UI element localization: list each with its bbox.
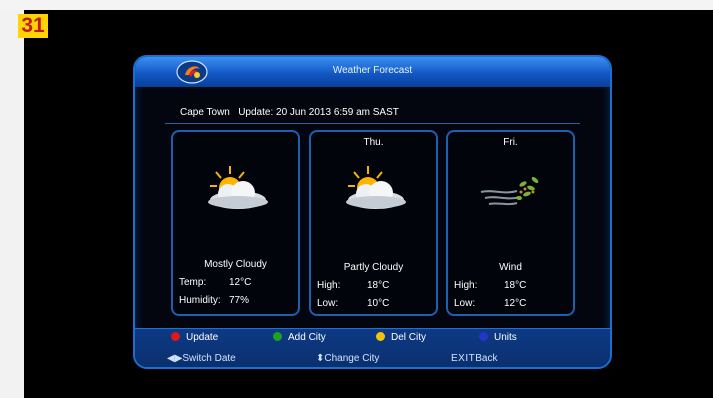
sun-cloud-icon	[208, 166, 268, 209]
key-bar: Update Add City Del City Units ◀▶Switch …	[135, 328, 610, 367]
yellow-dot-icon	[376, 332, 385, 341]
del-city-key[interactable]: Del City	[376, 332, 426, 343]
tv-screen: Weather Forecast Cape Town Update: 20 Ju…	[0, 10, 713, 398]
forecast-card-fri[interactable]: Fri. Wind High: 18°C Low: 12°C	[446, 130, 575, 316]
update-key[interactable]: Update	[171, 332, 218, 343]
switch-date-label: Switch Date	[182, 353, 236, 364]
overlay-number-badge: 31	[18, 14, 48, 38]
low-label: Low:	[454, 298, 476, 309]
humidity-label: Humidity:	[179, 295, 221, 306]
high-value: 18°C	[367, 280, 390, 291]
day-label: Fri.	[503, 137, 518, 148]
update-time: Update: 20 Jun 2013 6:59 am SAST	[238, 107, 399, 118]
condition-label: Wind	[499, 262, 522, 273]
temp-label: Temp:	[179, 277, 207, 288]
low-row: Low: 10°C	[317, 298, 389, 309]
condition-label: Partly Cloudy	[343, 262, 404, 273]
update-key-label: Update	[186, 332, 219, 343]
red-dot-icon	[171, 332, 180, 341]
low-value: 10°C	[367, 298, 390, 309]
low-row: Low: 12°C	[454, 298, 526, 309]
green-dot-icon	[273, 332, 282, 341]
humidity-value: 77%	[229, 295, 250, 306]
units-key-label: Units	[494, 332, 517, 343]
left-bar	[0, 10, 24, 398]
back-label: Back	[475, 353, 498, 364]
change-city-hint[interactable]: ⬍Change City	[316, 353, 379, 364]
high-row: High: 18°C	[454, 280, 526, 291]
weather-panel: Weather Forecast Cape Town Update: 20 Ju…	[133, 55, 612, 369]
high-row: High: 18°C	[317, 280, 389, 291]
temp-value: 12°C	[229, 277, 252, 288]
sun-cloud-icon	[346, 166, 406, 209]
humidity-row: Humidity: 77%	[179, 295, 249, 306]
switch-date-hint[interactable]: ◀▶Switch Date	[167, 353, 236, 364]
header-divider	[165, 123, 580, 124]
left-right-arrows-icon: ◀▶	[167, 353, 183, 364]
exit-key-label: EXIT	[451, 353, 476, 364]
high-value: 18°C	[504, 280, 527, 291]
temp-row: Temp: 12°C	[179, 277, 251, 288]
day-label: Thu.	[363, 137, 384, 148]
city-name: Cape Town	[180, 107, 230, 118]
window-title: Weather Forecast	[332, 65, 413, 76]
low-value: 12°C	[504, 298, 527, 309]
forecast-card-thu[interactable]: Thu. Partly Cloudy High: 18°C Low: 10°C	[309, 130, 438, 316]
condition-label: Mostly Cloudy	[204, 259, 267, 270]
high-label: High:	[454, 280, 478, 291]
del-city-key-label: Del City	[391, 332, 427, 343]
low-label: Low:	[317, 298, 339, 309]
header-line: Cape Town Update: 20 Jun 2013 6:59 am SA…	[180, 107, 399, 118]
wind-icon	[480, 177, 539, 206]
add-city-key-label: Add City	[288, 332, 326, 343]
blue-dot-icon	[479, 332, 488, 341]
units-key[interactable]: Units	[479, 332, 517, 343]
title-bar: Weather Forecast	[135, 57, 610, 87]
change-city-label: Change City	[324, 353, 380, 364]
add-city-key[interactable]: Add City	[273, 332, 326, 343]
high-label: High:	[317, 280, 341, 291]
back-hint[interactable]: EXITBack	[451, 353, 497, 364]
forecast-card-today[interactable]: Mostly Cloudy Temp: 12°C Humidity: 77%	[171, 130, 300, 316]
